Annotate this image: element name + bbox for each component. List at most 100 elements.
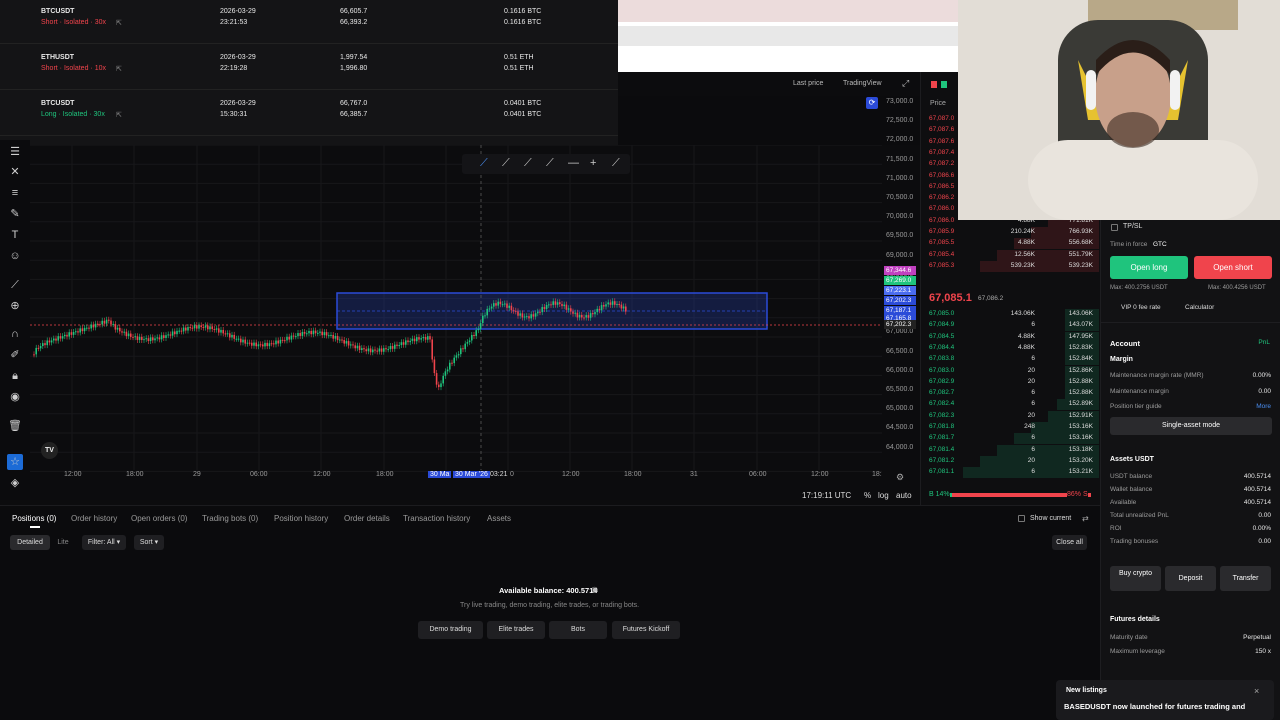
trash-icon[interactable]: 🗑︎ <box>7 418 23 434</box>
auto-toggle[interactable]: auto <box>896 491 912 500</box>
tab-trading-bots[interactable]: Trading bots (0) <box>202 514 258 523</box>
emoji-icon[interactable]: ☺ <box>7 248 23 264</box>
candle <box>266 342 268 347</box>
order-book-row[interactable]: 67,085.5 4.88K 556.68K <box>929 238 1099 250</box>
info-line-icon[interactable]: ⟋ <box>546 157 554 170</box>
buy-crypto-button[interactable]: Buy crypto <box>1110 566 1161 591</box>
vip-fee-link[interactable]: VIP 0 fee rate <box>1121 304 1161 311</box>
order-book-row[interactable]: 67,081.8 248 153.16K <box>929 422 1099 433</box>
sync-icon[interactable]: ⟳ <box>866 97 878 109</box>
swap-icon[interactable]: ⇄ <box>1082 514 1089 523</box>
cross-line-icon[interactable]: + <box>590 157 596 169</box>
tab-order-history[interactable]: Order history <box>71 514 117 523</box>
open-short-button[interactable]: Open short <box>1194 256 1272 279</box>
elite-trades-button[interactable]: Elite trades <box>487 621 545 639</box>
price-chart[interactable] <box>0 145 920 505</box>
percent-toggle[interactable]: % <box>864 491 871 500</box>
horizontal-line-icon[interactable]: — <box>568 157 579 169</box>
close-all-button[interactable]: Close all <box>1052 535 1087 550</box>
order-book-row[interactable]: 67,082.3 20 152.91K <box>929 410 1099 422</box>
tab-positions[interactable]: Positions (0) <box>12 514 56 523</box>
order-book-row[interactable]: 67,085.4 12.56K 551.79K <box>929 249 1099 261</box>
candle <box>94 323 97 328</box>
fullscreen-icon[interactable]: ⤢ <box>902 78 909 89</box>
futures-kickoff-button[interactable]: Futures Kickoff <box>612 621 680 639</box>
eye-icon[interactable]: ◉ <box>7 389 23 405</box>
order-book-row[interactable]: 67,085.0 143.06K 143.06K <box>929 309 1099 320</box>
magnet-icon[interactable]: ∩ <box>7 326 23 342</box>
sort-dropdown[interactable]: Sort ▾ <box>134 535 164 550</box>
view-select[interactable]: TradingView <box>843 80 882 87</box>
open-long-button[interactable]: Open long <box>1110 256 1188 279</box>
order-book-row[interactable]: 67,084.5 4.88K 147.95K <box>929 331 1099 343</box>
ray-tool-icon[interactable]: ⟋ <box>502 157 510 170</box>
order-book-row[interactable]: 67,081.2 20 153.20K <box>929 455 1099 467</box>
order-book-row[interactable]: 67,083.0 20 152.86K <box>929 365 1099 377</box>
filter-dropdown[interactable]: Filter: All ▾ <box>82 535 126 550</box>
candle <box>620 304 623 309</box>
line-tool-icon[interactable]: ⟋ <box>480 157 488 170</box>
order-book-row[interactable]: 67,082.4 6 152.89K <box>929 399 1099 411</box>
settings-icon[interactable]: ⚙ <box>896 472 904 483</box>
crosshair-icon[interactable]: ✕ <box>7 164 23 180</box>
price-mode-select[interactable]: Last price <box>793 80 823 87</box>
tab-position-history[interactable]: Position history <box>274 514 328 523</box>
layers-icon[interactable]: ◈ <box>7 475 23 491</box>
tpsl-checkbox[interactable] <box>1111 224 1118 231</box>
close-icon[interactable]: × <box>1254 686 1259 696</box>
chart-canvas[interactable] <box>0 145 920 505</box>
more-link[interactable]: More <box>1256 403 1271 410</box>
brush-line-icon[interactable]: ⟋ <box>612 157 620 170</box>
order-book-row[interactable]: 67,082.9 20 152.88K <box>929 376 1099 388</box>
candle <box>409 340 411 343</box>
tab-transaction-history[interactable]: Transaction history <box>403 514 470 523</box>
layout-icon[interactable] <box>941 81 947 88</box>
tif-select[interactable]: GTC <box>1153 241 1167 248</box>
transfer-button[interactable]: Transfer <box>1220 566 1271 591</box>
pencil-lock-icon[interactable]: ✐ <box>7 347 23 363</box>
trendline-tools-icon[interactable]: ≡ <box>7 185 23 201</box>
favorites-icon[interactable]: ☆ <box>7 454 23 470</box>
single-asset-mode-button[interactable]: Single-asset mode <box>1110 417 1272 435</box>
candle <box>545 304 548 309</box>
tab-assets[interactable]: Assets <box>487 514 511 523</box>
brush-icon[interactable]: ✎ <box>7 206 23 222</box>
tab-order-details[interactable]: Order details <box>344 514 390 523</box>
order-book-row[interactable]: 67,083.8 6 152.84K <box>929 354 1099 366</box>
log-toggle[interactable]: log <box>878 491 889 500</box>
extended-line-icon[interactable]: ⟋ <box>524 157 532 170</box>
pnl-link[interactable]: PnL <box>1258 339 1270 346</box>
new-listing-toast[interactable]: New listings BASEDUSDT now launched for … <box>1056 680 1274 720</box>
lite-toggle[interactable]: Lite <box>52 535 74 550</box>
order-book-row[interactable]: 67,084.4 4.88K 152.83K <box>929 342 1099 354</box>
order-book-row[interactable]: 67,081.4 6 153.18K <box>929 444 1099 456</box>
order-book-row[interactable]: 67,085.3 539.23K 539.23K <box>929 260 1099 272</box>
tab-open-orders[interactable]: Open orders (0) <box>131 514 187 523</box>
order-book-row[interactable]: 67,081.1 6 153.21K <box>929 467 1099 479</box>
calculator-link[interactable]: Calculator <box>1185 304 1214 311</box>
list-item[interactable]: BTCUSDT Long · Isolated · 30x ⇱ 2026-03-… <box>0 92 618 136</box>
list-item[interactable]: ETHUSDT Short · Isolated · 10x ⇱ 2026-03… <box>0 46 618 90</box>
list-item[interactable]: BTCUSDT Short · Isolated · 30x ⇱ 2026-03… <box>0 0 618 44</box>
demo-trading-button[interactable]: Demo trading <box>418 621 483 639</box>
candle <box>222 329 224 334</box>
zoom-icon[interactable]: ⊕ <box>7 298 23 314</box>
time: 15:30:31 <box>220 111 248 118</box>
share-icon[interactable]: ⇱ <box>116 65 122 73</box>
bots-button[interactable]: Bots <box>549 621 607 639</box>
layout-icon[interactable] <box>931 81 937 88</box>
lock-icon[interactable]: 🔒︎ <box>7 368 23 384</box>
deposit-button[interactable]: Deposit <box>1165 566 1216 591</box>
menu-icon[interactable]: ☰ <box>7 144 23 160</box>
detailed-toggle[interactable]: Detailed <box>10 535 50 550</box>
share-icon[interactable]: ⇱ <box>116 111 122 119</box>
ruler-icon[interactable]: ⟋ <box>7 277 23 293</box>
eye-icon[interactable]: ◉ <box>591 585 598 594</box>
order-book-row[interactable]: 67,084.9 6 143.07K <box>929 320 1099 332</box>
order-book-row[interactable]: 67,082.7 6 152.88K <box>929 388 1099 400</box>
show-current-checkbox[interactable] <box>1018 515 1025 522</box>
order-book-row[interactable]: 67,081.7 6 153.16K <box>929 433 1099 445</box>
share-icon[interactable]: ⇱ <box>116 19 122 27</box>
order-book-row[interactable]: 67,085.9 210.24K 766.93K <box>929 227 1099 238</box>
text-icon[interactable]: T <box>7 227 23 243</box>
